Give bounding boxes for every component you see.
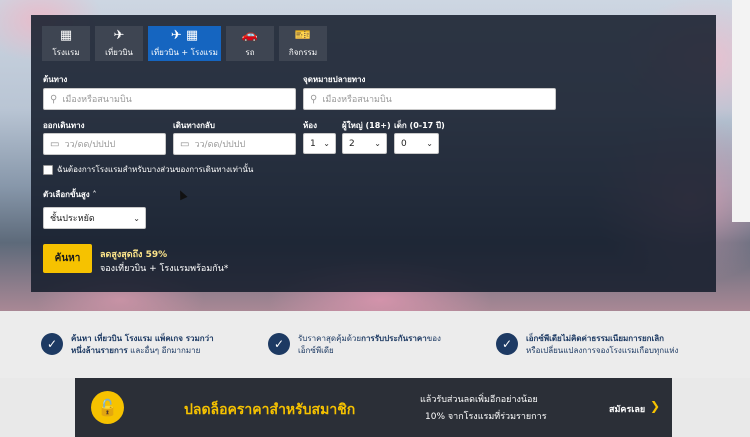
benefit-line-pre: รับราคาสุดคุ้มด้วย [298, 334, 362, 343]
page-edge [732, 0, 750, 222]
search-panel: ▦ โรงแรม ✈ เที่ยวบิน ✈ ▦ เที่ยวบิน + โรง… [31, 15, 716, 292]
benefit-line-post: ของ [426, 334, 441, 343]
member-banner-title: ปลดล็อคราคาสำหรับสมาชิก [184, 402, 356, 418]
plane-icon: ✈ [113, 27, 125, 43]
benefit-line-rest: และอื่นๆ อีกมากมาย [127, 346, 201, 355]
tab-label: เที่ยวบิน + โรงแรม [151, 47, 218, 57]
ticket-icon: 🎫 [294, 27, 312, 43]
children-label: เด็ก (0-17 ปี) [394, 121, 445, 130]
benefit-line: หรือเปลี่ยนแปลงการจองโรงแรมเกือบทุกแห่ง [526, 346, 679, 355]
cabin-class-select[interactable]: ชั้นประหยัด ⌄ [43, 207, 146, 229]
benefit-line-bold: การรับประกันราคา [361, 334, 427, 343]
rooms-label: ห้อง [303, 121, 317, 130]
origin-placeholder: เมืองหรือสนามบิน [62, 95, 132, 105]
partial-hotel-checkbox[interactable] [43, 164, 53, 175]
benefit-text: รับราคาสุดคุ้มด้วยการรับประกันราคาของ เอ… [298, 333, 441, 357]
adults-label: ผู้ใหญ่ (18+) [342, 121, 391, 130]
depart-placeholder: วว/ดด/ปปปป [64, 140, 116, 150]
children-value: 0 [401, 138, 407, 149]
tab-label: กิจกรรม [288, 47, 318, 57]
chevron-down-icon: ⌄ [323, 139, 330, 148]
member-banner-sub2: 10% จากโรงแรมที่ร่วมรายการ [425, 412, 547, 422]
benefit-line-bold: เอ็กซ์พีเดียไม่คิดค่าธรรมเนียมการยกเลิก [526, 334, 664, 343]
benefit-line-bold: หนึ่งล้านรายการ [71, 346, 128, 355]
sign-up-link[interactable]: สมัครเลย [609, 402, 645, 416]
cabin-class-value: ชั้นประหยัด [50, 214, 95, 224]
calendar-icon: ▭ [180, 138, 190, 150]
tab-flight-hotel[interactable]: ✈ ▦ เที่ยวบิน + โรงแรม [148, 26, 221, 61]
tab-activities[interactable]: 🎫 กิจกรรม [279, 26, 327, 61]
tab-label: โรงแรม [52, 47, 80, 57]
promo-subtext: จองเที่ยวบิน + โรงแรมพร้อมกัน* [100, 264, 229, 274]
partial-hotel-label: ฉันต้องการโรงแรมสำหรับบางส่วนของการเดินท… [57, 165, 254, 174]
adults-select[interactable]: 2 ⌄ [342, 133, 387, 154]
car-icon: 🚗 [241, 27, 259, 43]
return-label: เดินทางกลับ [173, 121, 215, 130]
chevron-down-icon: ⌄ [426, 139, 433, 148]
search-type-tabs: ▦ โรงแรม ✈ เที่ยวบิน ✈ ▦ เที่ยวบิน + โรง… [42, 26, 327, 61]
benefit-line: เอ็กซ์พีเดีย [298, 346, 334, 355]
benefit-line: ค้นหา เที่ยวบิน โรงแรม แพ็คเกจ รวมกว่า [71, 334, 214, 343]
benefits-strip: ✓ ค้นหา เที่ยวบิน โรงแรม แพ็คเกจ รวมกว่า… [0, 311, 750, 378]
destination-placeholder: เมืองหรือสนามบิน [322, 95, 392, 105]
rooms-select[interactable]: 1 ⌄ [303, 133, 336, 154]
benefit-text: เอ็กซ์พีเดียไม่คิดค่าธรรมเนียมการยกเลิก … [526, 333, 678, 357]
tab-flights[interactable]: ✈ เที่ยวบิน [95, 26, 143, 61]
building-icon: ▦ [59, 27, 73, 43]
check-circle-icon: ✓ [41, 333, 63, 355]
benefit-item: ✓ ค้นหา เที่ยวบิน โรงแรม แพ็คเกจ รวมกว่า… [41, 333, 214, 357]
check-circle-icon: ✓ [268, 333, 290, 355]
return-placeholder: วว/ดด/ปปปป [194, 140, 246, 150]
chevron-down-icon: ⌄ [133, 213, 140, 223]
return-date-input[interactable]: ▭ วว/ดด/ปปปป [173, 133, 296, 155]
tab-hotels[interactable]: ▦ โรงแรม [42, 26, 90, 61]
location-pin-icon: ⚲ [50, 93, 58, 105]
chevron-right-icon: ❯ [650, 399, 661, 413]
advanced-options-toggle[interactable]: ตัวเลือกขั้นสูง ˄ [43, 188, 96, 201]
depart-label: ออกเดินทาง [43, 121, 85, 130]
member-banner[interactable]: 🔓 ปลดล็อคราคาสำหรับสมาชิก แล้วรับส่วนลดเ… [75, 378, 672, 437]
benefit-text: ค้นหา เที่ยวบิน โรงแรม แพ็คเกจ รวมกว่า ห… [71, 333, 214, 357]
unlock-icon: 🔓 [91, 391, 124, 424]
benefit-item: ✓ เอ็กซ์พีเดียไม่คิดค่าธรรมเนียมการยกเลิ… [496, 333, 678, 357]
promo-headline: ลดสูงสุดถึง 59% [100, 250, 168, 260]
depart-date-input[interactable]: ▭ วว/ดด/ปปปป [43, 133, 166, 155]
origin-input[interactable]: ⚲ เมืองหรือสนามบิน [43, 88, 296, 110]
destination-input[interactable]: ⚲ เมืองหรือสนามบิน [303, 88, 556, 110]
partial-hotel-option[interactable]: ฉันต้องการโรงแรมสำหรับบางส่วนของการเดินท… [43, 163, 253, 176]
member-banner-sub1: แล้วรับส่วนลดเพิ่มอีกอย่างน้อย [420, 395, 538, 405]
plane-building-icon: ✈ ▦ [170, 27, 199, 43]
benefit-item: ✓ รับราคาสุดคุ้มด้วยการรับประกันราคาของ … [268, 333, 441, 357]
destination-label: จุดหมายปลายทาง [303, 75, 366, 84]
adults-value: 2 [349, 138, 355, 149]
origin-label: ต้นทาง [43, 75, 68, 84]
tab-label: รถ [245, 47, 255, 57]
search-button[interactable]: ค้นหา [43, 244, 92, 273]
tab-label: เที่ยวบิน [105, 47, 133, 57]
children-select[interactable]: 0 ⌄ [394, 133, 439, 154]
chevron-down-icon: ⌄ [374, 139, 381, 148]
rooms-value: 1 [310, 138, 316, 149]
check-circle-icon: ✓ [496, 333, 518, 355]
calendar-icon: ▭ [50, 138, 60, 150]
tab-cars[interactable]: 🚗 รถ [226, 26, 274, 61]
location-pin-icon: ⚲ [310, 93, 318, 105]
